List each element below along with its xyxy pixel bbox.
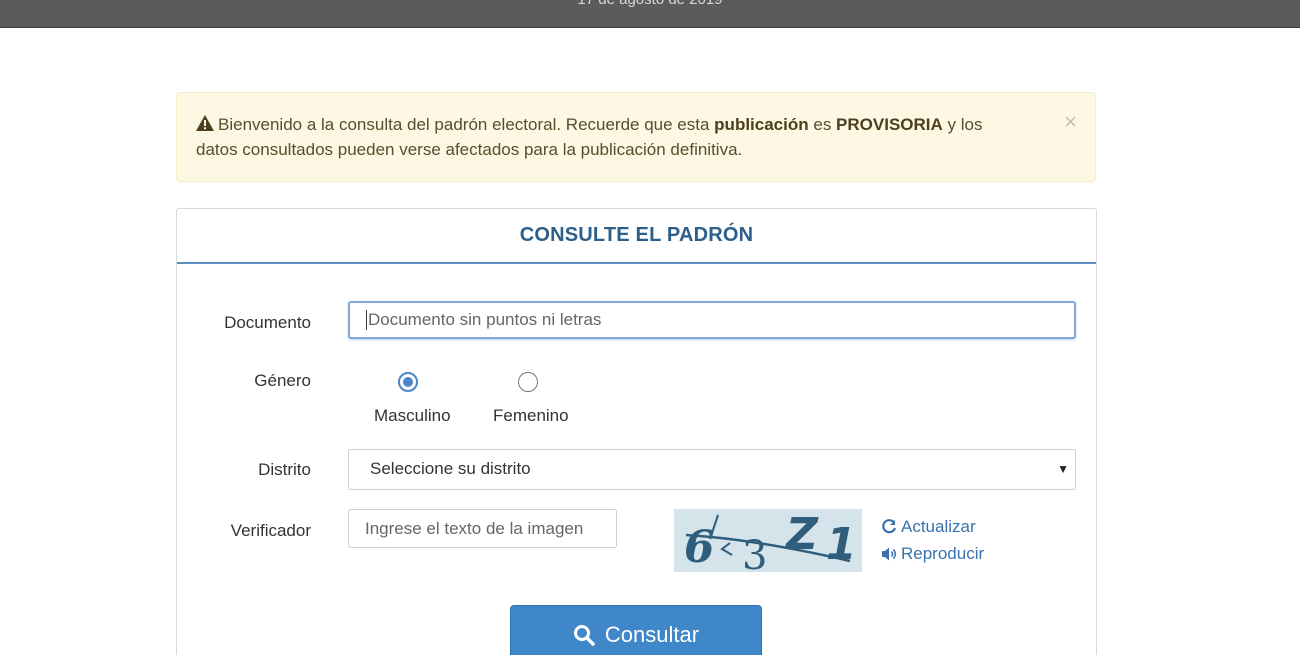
reproducir-label: Reproducir xyxy=(901,544,985,563)
documento-label: Documento xyxy=(224,313,311,332)
alert-bold-publicacion: publicación xyxy=(714,115,809,134)
masculino-label: Masculino xyxy=(374,406,451,425)
warning-icon xyxy=(196,115,214,131)
masculino-radio[interactable] xyxy=(398,372,418,392)
documento-input[interactable]: Documento sin puntos ni letras xyxy=(348,301,1076,339)
alert-close-button[interactable]: × xyxy=(1064,111,1077,133)
distrito-label: Distrito xyxy=(258,460,311,479)
reproducir-link[interactable]: Reproducir xyxy=(881,544,984,564)
verificador-placeholder: Ingrese el texto de la imagen xyxy=(365,518,584,538)
genero-label: Género xyxy=(254,371,311,390)
alert-text-2: es xyxy=(808,115,837,134)
verificador-input[interactable]: Ingrese el texto de la imagen xyxy=(348,509,617,548)
verificador-label: Verificador xyxy=(230,521,311,540)
text-caret xyxy=(366,310,367,330)
consultar-label: Consultar xyxy=(604,622,700,647)
panel-title: CONSULTE EL PADRÓN xyxy=(177,209,1096,264)
distrito-selected-value: Seleccione su distrito xyxy=(370,459,531,478)
top-bar: 17 de agosto de 2019 xyxy=(0,0,1300,28)
alert-bold-provisoria: PROVISORIA xyxy=(836,115,943,134)
actualizar-link[interactable]: Actualizar xyxy=(881,517,976,537)
chevron-down-icon: ▼ xyxy=(1057,462,1069,476)
warning-alert: Bienvenido a la consulta del padrón elec… xyxy=(176,92,1096,182)
consulta-panel: CONSULTE EL PADRÓN xyxy=(176,208,1097,655)
femenino-label: Femenino xyxy=(493,406,569,425)
documento-placeholder: Documento sin puntos ni letras xyxy=(368,310,602,329)
actualizar-label: Actualizar xyxy=(901,517,976,536)
consultar-button[interactable]: Consultar xyxy=(510,605,762,655)
captcha-image: 6 3 Z 1 xyxy=(674,509,862,572)
search-icon xyxy=(573,625,595,646)
refresh-icon xyxy=(882,519,897,534)
femenino-radio[interactable] xyxy=(518,372,538,392)
captcha-char-1: 6 xyxy=(684,522,715,572)
alert-text-1: Bienvenido a la consulta del padrón elec… xyxy=(218,115,715,134)
captcha-char-2: 3 xyxy=(742,533,767,572)
captcha-char-4: 1 xyxy=(826,519,857,570)
header-date: 17 de agosto de 2019 xyxy=(0,0,1300,8)
volume-icon xyxy=(882,547,896,561)
distrito-select[interactable]: Seleccione su distrito ▼ xyxy=(348,449,1076,490)
